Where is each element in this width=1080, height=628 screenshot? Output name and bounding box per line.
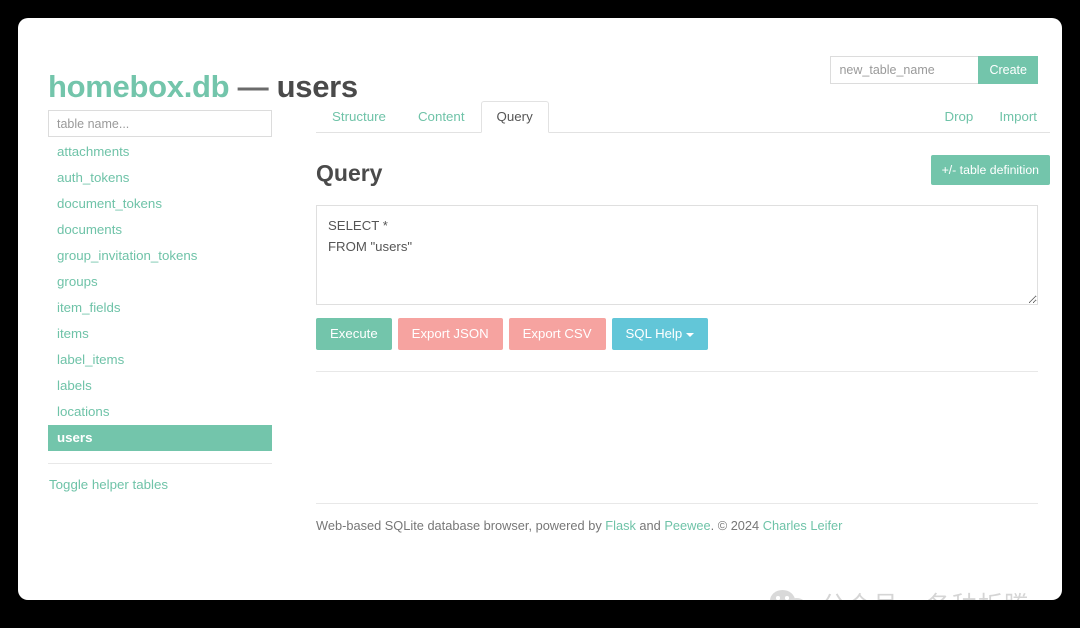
sidebar-item-item-fields[interactable]: item_fields — [48, 295, 272, 321]
export-json-button[interactable]: Export JSON — [397, 318, 503, 350]
sidebar-divider — [48, 463, 272, 464]
query-action-buttons: Execute Export JSON Export CSV SQL Help — [316, 318, 1050, 350]
sidebar-item-groups[interactable]: groups — [48, 269, 272, 295]
sql-query-textarea[interactable] — [316, 205, 1038, 305]
page-title-separator: — — [237, 68, 269, 104]
wechat-bubble-large — [770, 590, 795, 600]
wechat-dot-1 — [776, 596, 780, 600]
author-link[interactable]: Charles Leifer — [763, 518, 843, 533]
create-table-group: Create — [830, 56, 1038, 84]
sidebar-item-documents[interactable]: documents — [48, 217, 272, 243]
wechat-icon — [770, 589, 812, 600]
tab-content[interactable]: Content — [402, 101, 481, 133]
main-content: Structure Content Query Drop Import Quer… — [293, 101, 1050, 535]
table-name-filter-input[interactable] — [48, 110, 272, 137]
tab-query[interactable]: Query — [480, 101, 549, 133]
toggle-helper-tables-link[interactable]: Toggle helper tables — [48, 477, 168, 492]
page-body: attachments auth_tokens document_tokens … — [48, 101, 1050, 535]
toggle-table-definition-button[interactable]: +/- table definition — [930, 155, 1050, 185]
import-link[interactable]: Import — [986, 102, 1050, 132]
flask-link[interactable]: Flask — [605, 518, 636, 533]
page-title-table: users — [276, 68, 359, 104]
tab-structure[interactable]: Structure — [316, 101, 402, 133]
app-window: homebox.db — users Create attachments au… — [18, 18, 1062, 600]
footer-text-start: Web-based SQLite database browser, power… — [316, 518, 606, 533]
export-csv-button[interactable]: Export CSV — [508, 318, 606, 350]
execute-button[interactable]: Execute — [316, 318, 392, 350]
page-content: homebox.db — users Create attachments au… — [48, 30, 1050, 590]
results-divider — [316, 371, 1038, 372]
sidebar-item-auth-tokens[interactable]: auth_tokens — [48, 165, 272, 191]
sidebar-item-group-invitation-tokens[interactable]: group_invitation_tokens — [48, 243, 272, 269]
new-table-name-input[interactable] — [830, 56, 979, 84]
wechat-bubble-small — [786, 598, 807, 600]
page-title-db: homebox.db — [48, 68, 230, 104]
sidebar-item-items[interactable]: items — [48, 321, 272, 347]
wechat-dot-2 — [785, 596, 789, 600]
footer-text-and: and — [635, 518, 665, 533]
sidebar-item-label-items[interactable]: label_items — [48, 347, 272, 373]
sidebar-item-labels[interactable]: labels — [48, 373, 272, 399]
table-list: attachments auth_tokens document_tokens … — [48, 139, 272, 451]
sidebar-item-users[interactable]: users — [48, 425, 272, 451]
peewee-link[interactable]: Peewee — [664, 518, 710, 533]
page-title: homebox.db — users — [48, 69, 358, 105]
sidebar-item-document-tokens[interactable]: document_tokens — [48, 191, 272, 217]
sidebar: attachments auth_tokens document_tokens … — [48, 102, 293, 535]
footer-text-copyright: . © 2024 — [710, 518, 763, 533]
create-table-button[interactable]: Create — [978, 56, 1038, 84]
chevron-down-icon — [686, 332, 695, 337]
tab-bar: Structure Content Query Drop Import — [316, 101, 1050, 133]
drop-table-link[interactable]: Drop — [931, 102, 986, 132]
footer: Web-based SQLite database browser, power… — [316, 517, 1050, 535]
sql-help-dropdown-button[interactable]: SQL Help — [611, 318, 709, 350]
page-header: homebox.db — users Create — [48, 30, 1050, 105]
query-header: Query +/- table definition — [316, 155, 1050, 193]
sidebar-item-locations[interactable]: locations — [48, 399, 272, 425]
footer-divider — [316, 503, 1038, 504]
sidebar-item-attachments[interactable]: attachments — [48, 139, 272, 165]
sql-help-label: SQL Help — [625, 326, 683, 341]
